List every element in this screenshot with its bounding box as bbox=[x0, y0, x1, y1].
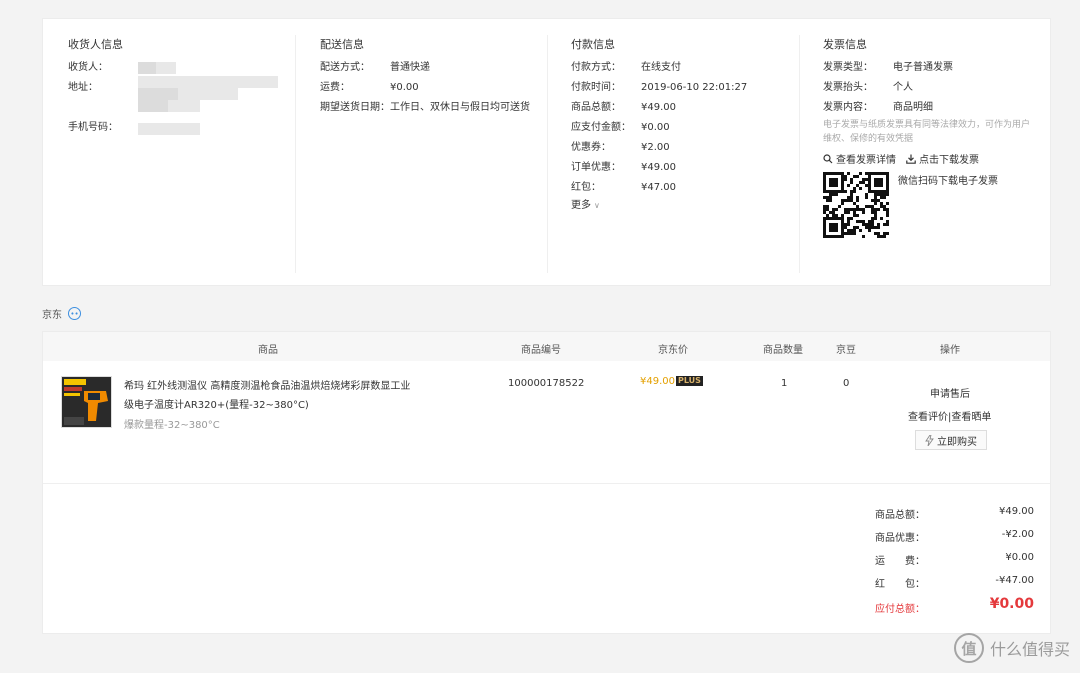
redacted-address bbox=[168, 100, 200, 112]
total-due-value: ¥0.00 bbox=[989, 596, 1034, 612]
order-items-panel: 商品 商品编号 京东价 商品数量 京豆 操作 希玛 红外线测温仪 高精度测温枪食… bbox=[42, 331, 1051, 634]
consignee-phone-label: 手机号码： bbox=[68, 122, 118, 133]
watermark-logo-icon: 值 bbox=[953, 633, 984, 663]
delivery-section: 配送信息 配送方式： 普通快递 运费： ¥0.00 期望送货日期： 工作日、双休日与假… bbox=[296, 19, 547, 287]
summary-value: -¥47.00 bbox=[995, 575, 1034, 586]
summary-value: ¥0.00 bbox=[1005, 552, 1034, 563]
invoice-row: 发票内容： 商品明细 bbox=[823, 102, 933, 113]
redacted-address bbox=[138, 100, 168, 112]
product-price: ¥49.00 PLUS bbox=[640, 376, 703, 387]
divider bbox=[43, 483, 1050, 484]
header-quantity: 商品数量 bbox=[763, 345, 803, 356]
product-name-line2[interactable]: 级电子温度计AR320+(量程-32~380°C) bbox=[124, 396, 309, 411]
shop-row: 京东 •• bbox=[42, 306, 81, 321]
payment-row: 付款方式： 在线支付 bbox=[571, 62, 681, 73]
consignee-title: 收货人信息 bbox=[68, 38, 123, 51]
qr-code-icon bbox=[823, 172, 889, 238]
thermometer-product-image bbox=[62, 377, 111, 427]
product-thumbnail[interactable] bbox=[61, 376, 112, 428]
summary-label: 商品总额： bbox=[875, 510, 925, 521]
header-product: 商品 bbox=[258, 345, 278, 356]
invoice-note: 电子发票与纸质发票具有同等法律效力，可作为用户维权、保修的有效凭据 bbox=[823, 120, 1031, 144]
payment-row: 订单优惠： ¥49.00 bbox=[571, 162, 676, 173]
product-spec: 爆款量程-32~380°C bbox=[124, 420, 220, 431]
summary-label: 商品优惠： bbox=[875, 533, 925, 544]
buy-again-button[interactable]: 立即购买 bbox=[915, 430, 987, 450]
payment-more-link[interactable]: 更多 ∨ bbox=[571, 199, 600, 213]
watermark-text: 什么值得买 bbox=[989, 640, 1070, 659]
delivery-fee-row: 运费： ¥0.00 bbox=[320, 82, 419, 93]
product-name-line1: 希玛 红外线测温仪 高精度测温枪食品油温烘焙烧烤彩屏数显工业 bbox=[124, 381, 411, 392]
view-invoice-link[interactable]: 查看发票详情 bbox=[823, 151, 896, 166]
search-icon bbox=[823, 153, 833, 163]
price-value: ¥49.00 bbox=[640, 376, 675, 387]
header-price: 京东价 bbox=[658, 345, 688, 356]
header-jingdou: 京豆 bbox=[836, 345, 856, 356]
payment-section: 付款信息 付款方式： 在线支付 付款时间： 2019-06-10 22:01:27 … bbox=[548, 19, 799, 287]
chevron-down-icon: ∨ bbox=[594, 201, 600, 210]
summary-label: 运 费： bbox=[875, 556, 925, 567]
payment-row: 商品总额： ¥49.00 bbox=[571, 102, 676, 113]
summary-label: 红 包： bbox=[875, 579, 925, 590]
qr-caption: 微信扫码下载电子发票 bbox=[898, 176, 998, 187]
product-jingdou: 0 bbox=[843, 378, 850, 389]
view-review-link[interactable]: 查看评价|查看晒单 bbox=[908, 408, 991, 423]
delivery-title: 配送信息 bbox=[320, 38, 364, 51]
download-invoice-link[interactable]: 点击下载发票 bbox=[906, 151, 979, 166]
invoice-row: 发票类型： 电子普通发票 bbox=[823, 62, 953, 73]
header-actions: 操作 bbox=[940, 345, 960, 356]
lightning-icon bbox=[925, 434, 934, 446]
header-sku: 商品编号 bbox=[521, 345, 561, 356]
consignee-section: 收货人信息 收货人： 地址： 手机号码： bbox=[43, 19, 295, 287]
payment-row: 付款时间： 2019-06-10 22:01:27 bbox=[571, 82, 748, 93]
plus-badge: PLUS bbox=[676, 376, 703, 386]
invoice-section: 发票信息 发票类型： 电子普通发票 发票抬头： 个人 发票内容： 商品明细 电子发票与… bbox=[800, 19, 1052, 287]
table-header: 商品 商品编号 京东价 商品数量 京豆 操作 bbox=[43, 332, 1050, 361]
consignee-name-label: 收货人： bbox=[68, 62, 108, 73]
redacted-address bbox=[138, 88, 178, 100]
product-quantity: 1 bbox=[781, 378, 788, 389]
chat-icon[interactable]: •• bbox=[68, 307, 81, 320]
delivery-date-row: 期望送货日期： 工作日、双休日与假日均可送货 bbox=[320, 102, 530, 113]
consignee-address-label: 地址： bbox=[68, 82, 98, 93]
redacted-name bbox=[138, 62, 156, 74]
redacted-address bbox=[178, 88, 238, 100]
summary-value: -¥2.00 bbox=[1001, 529, 1034, 540]
redacted-address bbox=[138, 76, 278, 88]
redacted-phone bbox=[138, 123, 200, 135]
payment-title: 付款信息 bbox=[571, 38, 615, 51]
payment-row: 红包： ¥47.00 bbox=[571, 182, 676, 193]
watermark: 值 什么值得买 bbox=[953, 633, 1070, 663]
redacted-name bbox=[156, 62, 176, 74]
delivery-method-row: 配送方式： 普通快递 bbox=[320, 62, 430, 73]
payment-row: 应支付金额： ¥0.00 bbox=[571, 122, 670, 133]
payment-row: 优惠券： ¥2.00 bbox=[571, 142, 670, 153]
order-info-panel: 收货人信息 收货人： 地址： 手机号码： 配送信息 配送方式： 普通快递 运费： ¥… bbox=[42, 18, 1051, 286]
download-icon bbox=[906, 154, 916, 164]
apply-aftersale-link[interactable]: 申请售后 bbox=[930, 385, 970, 400]
summary-value: ¥49.00 bbox=[999, 506, 1034, 517]
total-due-label: 应付总额： bbox=[875, 604, 925, 615]
invoice-title: 发票信息 bbox=[823, 38, 867, 51]
shop-name: 京东 bbox=[42, 310, 62, 321]
invoice-row: 发票抬头： 个人 bbox=[823, 82, 913, 93]
product-sku: 100000178522 bbox=[508, 378, 585, 389]
product-name-link[interactable]: 希玛 红外线测温仪 高精度测温枪食品油温烘焙烧烤彩屏数显工业 bbox=[124, 378, 424, 395]
